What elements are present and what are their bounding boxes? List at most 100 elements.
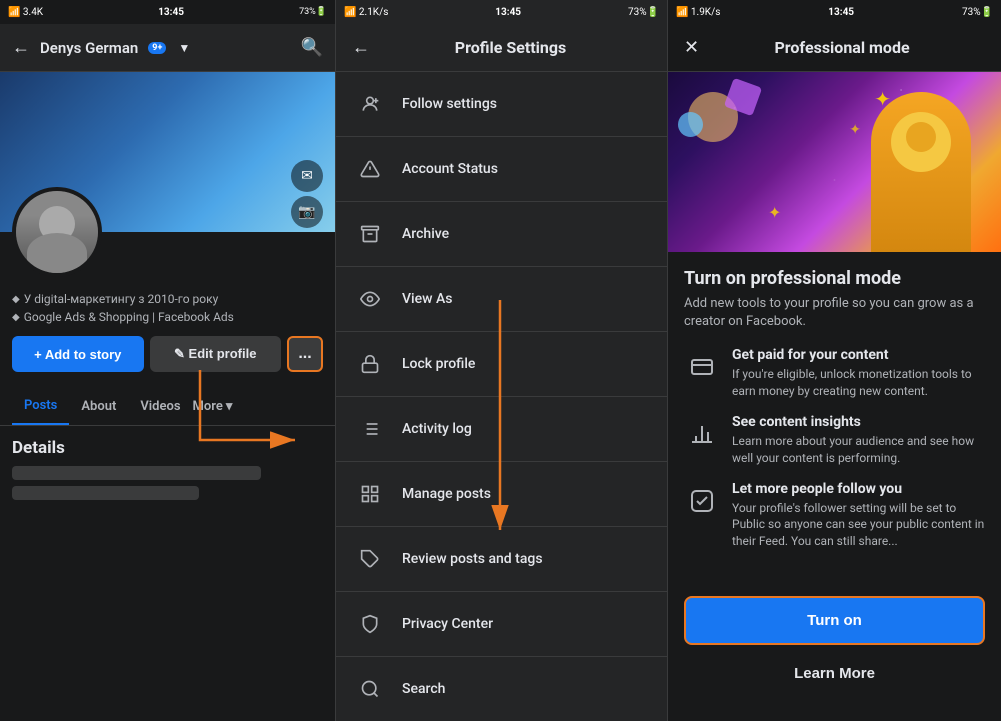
message-icon[interactable]: ✉ [291,160,323,192]
status-icons: 73%🔋 [299,7,327,17]
feature-follow-title: Let more people follow you [732,481,985,497]
pro-content: Turn on professional mode Add new tools … [668,252,1001,580]
menu-item-review-posts[interactable]: Review posts and tags [336,527,667,592]
archive-icon [352,216,388,252]
profile-tabs: Posts About Videos More ▾ [0,388,335,426]
notification-badge: 9+ [148,42,166,54]
learn-more-button[interactable]: Learn More [684,653,985,694]
settings-nav: ← Profile Settings [336,24,667,72]
tab-videos[interactable]: Videos [128,389,192,424]
add-story-button[interactable]: + Add to story [12,336,144,372]
profile-actions: + Add to story ✎ Edit profile ... [12,336,323,372]
more-options-button[interactable]: ... [287,336,323,372]
settings-title: Profile Settings [370,38,651,57]
pro-nav-title: Professional mode [699,38,985,57]
manage-posts-icon [352,476,388,512]
bio-text-1: У digital-маркетингу з 2010-го року [24,290,219,308]
settings-panel: 📶 2.1K/s 13:45 73%🔋 ← Profile Settings F… [335,0,668,721]
pro-feature-paid: Get paid for your content If you're elig… [684,347,985,400]
follow-settings-icon [352,86,388,122]
bio-line-2: ◆ Google Ads & Shopping | Facebook Ads [12,308,323,326]
account-status-icon [352,151,388,187]
menu-item-lock-profile[interactable]: Lock profile [336,332,667,397]
activity-log-label: Activity log [402,421,472,437]
menu-item-activity-log[interactable]: Activity log [336,397,667,462]
profile-details: Details [0,426,335,721]
pro-hero-image: ✦ ✦ ✦ [668,72,1001,252]
menu-item-search[interactable]: Search [336,657,667,721]
avatar-image [16,191,98,273]
follow-settings-label: Follow settings [402,96,497,112]
avatar [12,187,102,277]
feature-insights-title: See content insights [732,414,985,430]
dropdown-icon[interactable]: ▼ [178,41,190,55]
pro-signal: 📶 1.9K/s [676,7,720,18]
feature-paid-title: Get paid for your content [732,347,985,363]
profile-panel: 📶 3.4K 13:45 73%🔋 ← Denys German 9+ ▼ 🔍 … [0,0,335,721]
pro-actions: Turn on Learn More [668,580,1001,720]
signal-strength: 📶 3.4K [8,7,43,18]
tab-posts[interactable]: Posts [12,388,69,425]
menu-item-manage-posts[interactable]: Manage posts [336,462,667,527]
view-as-label: View As [402,291,452,307]
settings-signal: 📶 2.1K/s [344,7,388,18]
profile-name: Denys German [40,39,138,57]
tab-more[interactable]: More ▾ [193,399,233,414]
menu-item-privacy-center[interactable]: Privacy Center [336,592,667,657]
profile-info: ◆ У digital-маркетингу з 2010-го року ◆ … [0,282,335,380]
privacy-center-label: Privacy Center [402,616,493,632]
money-icon [684,349,720,385]
pro-main-title: Turn on professional mode [684,268,985,289]
manage-posts-label: Manage posts [402,486,491,502]
edit-profile-button[interactable]: ✎ Edit profile [150,336,282,372]
pro-feature-follow: Let more people follow you Your profile'… [684,481,985,550]
details-title: Details [12,438,323,458]
lock-profile-label: Lock profile [402,356,475,372]
diamond-icon-1: ◆ [12,292,20,307]
settings-battery: 73%🔋 [628,7,659,18]
lock-profile-icon [352,346,388,382]
search-menu-icon [352,671,388,707]
pro-status-bar: 📶 1.9K/s 13:45 73%🔋 [668,0,1001,24]
menu-item-account-status[interactable]: Account Status [336,137,667,202]
pro-nav: ✕ Professional mode [668,24,1001,72]
feature-follow-text: Let more people follow you Your profile'… [732,481,985,550]
pro-time: 13:45 [828,7,854,18]
professional-mode-panel: 📶 1.9K/s 13:45 73%🔋 ✕ Professional mode … [668,0,1001,721]
pro-main-desc: Add new tools to your profile so you can… [684,295,985,331]
turn-on-button[interactable]: Turn on [684,596,985,645]
feature-paid-text: Get paid for your content If you're elig… [732,347,985,400]
feature-follow-desc: Your profile's follower setting will be … [732,500,985,550]
profile-bio: ◆ У digital-маркетингу з 2010-го року ◆ … [12,290,323,326]
privacy-center-icon [352,606,388,642]
profile-status-bar: 📶 3.4K 13:45 73%🔋 [0,0,335,24]
activity-log-icon [352,411,388,447]
pro-battery: 73%🔋 [962,7,993,18]
bio-line-1: ◆ У digital-маркетингу з 2010-го року [12,290,323,308]
status-time: 13:45 [158,7,184,18]
tab-about[interactable]: About [69,389,128,424]
check-circle-icon [684,483,720,519]
feature-insights-text: See content insights Learn more about yo… [732,414,985,467]
menu-item-follow-settings[interactable]: Follow settings [336,72,667,137]
view-as-icon [352,281,388,317]
feature-paid-desc: If you're eligible, unlock monetization … [732,366,985,400]
chevron-down-icon: ▾ [226,399,233,414]
review-posts-icon [352,541,388,577]
bio-text-2: Google Ads & Shopping | Facebook Ads [24,308,234,326]
chart-icon [684,416,720,452]
menu-item-view-as[interactable]: View As [336,267,667,332]
pro-close-button[interactable]: ✕ [684,37,699,58]
search-button[interactable]: 🔍 [301,37,323,58]
hero-person [871,92,971,252]
camera-icon[interactable]: 📷 [291,196,323,228]
review-posts-label: Review posts and tags [402,551,543,567]
battery-icon: 73%🔋 [299,7,327,17]
back-button[interactable]: ← [12,37,30,58]
settings-back-button[interactable]: ← [352,37,370,58]
account-status-label: Account Status [402,161,498,177]
details-blurred-1 [12,466,261,480]
settings-time: 13:45 [495,7,521,18]
archive-label: Archive [402,226,449,242]
menu-item-archive[interactable]: Archive [336,202,667,267]
